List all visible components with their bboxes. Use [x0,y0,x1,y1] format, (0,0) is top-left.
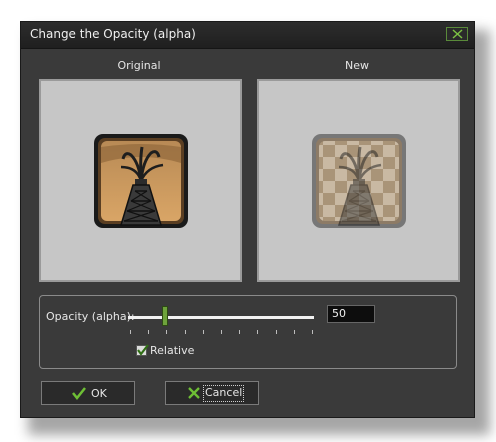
slider-tick [293,330,295,334]
opacity-slider-thumb[interactable] [162,306,169,326]
relative-label: Relative [150,344,195,357]
slider-tick [221,330,222,334]
slider-tick [166,330,168,334]
ok-button[interactable]: OK [41,381,135,405]
oil-derrick-icon [93,133,189,229]
opacity-group: Opacity (alpha): 50 Relative [39,295,457,369]
slider-tick [148,330,150,334]
title-bar[interactable]: Change the Opacity (alpha) [21,22,474,49]
ok-button-label: OK [91,387,107,400]
cancel-button-label: Cancel [203,385,245,402]
close-icon [452,29,463,39]
opacity-value-input[interactable]: 50 [327,305,375,323]
close-button[interactable] [446,27,468,41]
slider-tick [184,330,186,334]
opacity-slider-ticks [130,330,313,336]
original-preview-panel [39,79,242,282]
relative-checkbox[interactable] [136,344,149,356]
new-preview-panel [257,79,460,282]
checkmark-icon [72,387,86,400]
checkmark-icon [137,344,149,356]
slider-tick [130,330,131,334]
new-label: New [345,59,369,72]
slider-tick [202,330,204,334]
slider-tick [257,330,259,334]
opacity-dialog: Change the Opacity (alpha) Original New [20,21,475,418]
oil-derrick-transparent-icon [311,133,407,229]
cross-icon [188,387,200,399]
dialog-title: Change the Opacity (alpha) [30,27,196,41]
opacity-slider-track[interactable] [128,316,314,319]
slider-tick [312,330,313,334]
opacity-label: Opacity (alpha): [46,310,135,323]
original-label: Original [117,59,161,72]
cancel-button[interactable]: Cancel [165,381,259,405]
slider-tick [239,330,241,334]
slider-tick [275,330,277,334]
